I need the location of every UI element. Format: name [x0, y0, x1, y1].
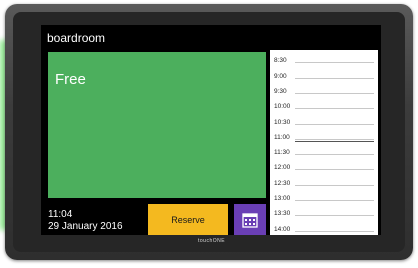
timeline-slot-label: 12:30 — [274, 179, 291, 187]
timeline-gridline — [295, 138, 374, 140]
device-brand-logo: touchONE — [198, 238, 226, 244]
timeline-slot-label: 10:30 — [274, 118, 291, 126]
room-name: boardroom — [47, 31, 106, 45]
availability-status: Free — [55, 71, 86, 88]
timeline-slot[interactable]: 9:00 — [270, 71, 378, 86]
timeline-slot-label: 14:00 — [274, 225, 291, 233]
timeline-gridline — [295, 169, 374, 171]
timeline-gridline — [295, 154, 374, 156]
timeline-slot-label: 9:30 — [274, 87, 287, 95]
timeline-slot-label: 8:30 — [274, 57, 287, 65]
calendar-button[interactable] — [234, 204, 266, 235]
timeline-gridline — [295, 215, 374, 217]
timeline-slot[interactable]: 12:00 — [270, 162, 378, 177]
reserve-button[interactable]: Reserve — [148, 204, 228, 235]
timeline-gridline — [295, 184, 374, 186]
timeline-gridline — [295, 62, 374, 64]
timeline-slot[interactable]: 11:00 — [270, 132, 378, 147]
timeline-gridline — [295, 200, 374, 201]
availability-panel[interactable]: Free — [48, 52, 266, 198]
current-time-indicator — [295, 140, 374, 142]
timeline-slot[interactable]: 13:30 — [270, 208, 378, 223]
timeline-slot-label: 9:00 — [274, 72, 287, 80]
timeline-slot-label: 13:00 — [274, 195, 291, 202]
day-schedule-timeline[interactable]: 8:00 8:30 9:00 9:30 10:00 10:30 11:00 11:30 12:0… — [270, 50, 378, 235]
timeline-gridline — [295, 123, 374, 125]
timeline-slot[interactable]: 10:30 — [270, 117, 378, 132]
timeline-slot-label: 12:00 — [274, 164, 291, 172]
timeline-gridline — [295, 108, 374, 110]
current-date: 29 January 2016 — [48, 221, 123, 232]
timeline-gridline — [295, 230, 374, 232]
timeline-gridline — [295, 92, 374, 94]
timeline-slot[interactable]: 8:30 — [270, 55, 378, 70]
timeline-slot[interactable]: 14:00 — [270, 224, 378, 235]
timeline-slot-label: 13:30 — [274, 210, 291, 218]
clock: 11:04 29 January 2016 — [48, 209, 123, 233]
timeline-slot[interactable]: 12:30 — [270, 178, 378, 193]
calendar-icon — [242, 212, 258, 228]
current-time: 11:04 — [48, 209, 73, 220]
timeline-slot[interactable]: 10:00 — [270, 101, 378, 116]
timeline-slot[interactable]: 8:00 — [270, 50, 378, 55]
timeline-slot-label: 11:00 — [274, 133, 290, 141]
timeline-slot[interactable]: 13:00 — [270, 193, 378, 208]
timeline-slot[interactable]: 11:30 — [270, 147, 378, 162]
timeline-slot-label: 11:30 — [274, 149, 290, 157]
timeline-gridline — [295, 77, 374, 79]
timeline-slot[interactable]: 9:30 — [270, 86, 378, 101]
room-panel-screen: boardroom Free 11:04 29 January 2016 Res… — [41, 25, 381, 235]
timeline-slot-label: 10:00 — [274, 103, 291, 111]
